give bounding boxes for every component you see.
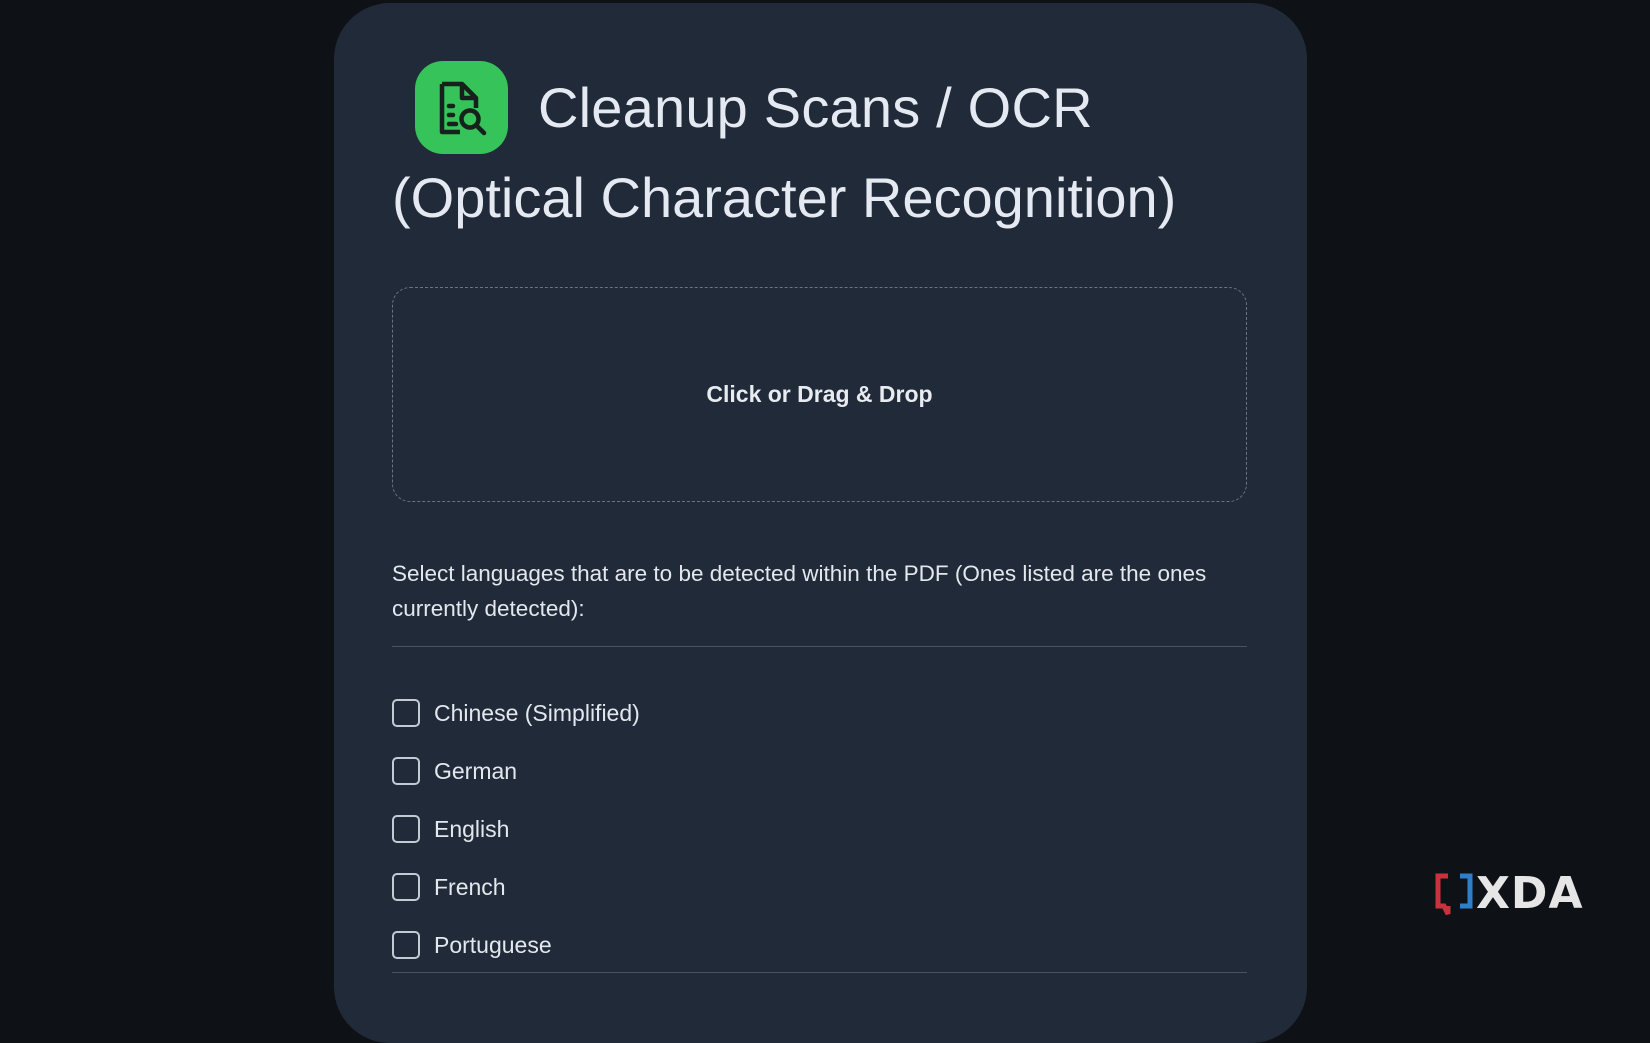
checkbox[interactable] [392, 873, 420, 901]
language-option-german[interactable]: German [392, 742, 640, 800]
page-title: Cleanup Scans / OCR [538, 76, 1093, 139]
language-label: Chinese (Simplified) [434, 699, 640, 726]
xda-watermark: XDA [1434, 868, 1584, 919]
language-option-english[interactable]: English [392, 800, 640, 858]
watermark-text: XDA [1476, 868, 1584, 919]
checkbox[interactable] [392, 931, 420, 959]
document-search-icon [415, 61, 508, 154]
dropzone-label: Click or Drag & Drop [706, 381, 933, 407]
language-label: English [434, 815, 510, 842]
divider-bottom [392, 972, 1247, 973]
language-option-french[interactable]: French [392, 858, 640, 916]
language-option-portuguese[interactable]: Portuguese [392, 916, 640, 974]
language-list: Chinese (Simplified) German English Fren… [392, 684, 640, 974]
language-label: German [434, 757, 518, 784]
divider-top [392, 646, 1247, 647]
file-dropzone[interactable]: Click or Drag & Drop [392, 287, 1247, 502]
language-label: Portuguese [434, 931, 552, 958]
ocr-card: Cleanup Scans / OCR (Optical Character R… [334, 3, 1307, 1043]
language-option-chinese[interactable]: Chinese (Simplified) [392, 684, 640, 742]
page-header: Cleanup Scans / OCR [415, 61, 1093, 154]
checkbox[interactable] [392, 815, 420, 843]
page-subtitle: (Optical Character Recognition) [392, 166, 1177, 229]
xda-logo-icon [1435, 873, 1473, 915]
checkbox[interactable] [392, 699, 420, 727]
checkbox[interactable] [392, 757, 420, 785]
language-instructions: Select languages that are to be detected… [392, 561, 1207, 621]
language-label: French [434, 873, 506, 900]
